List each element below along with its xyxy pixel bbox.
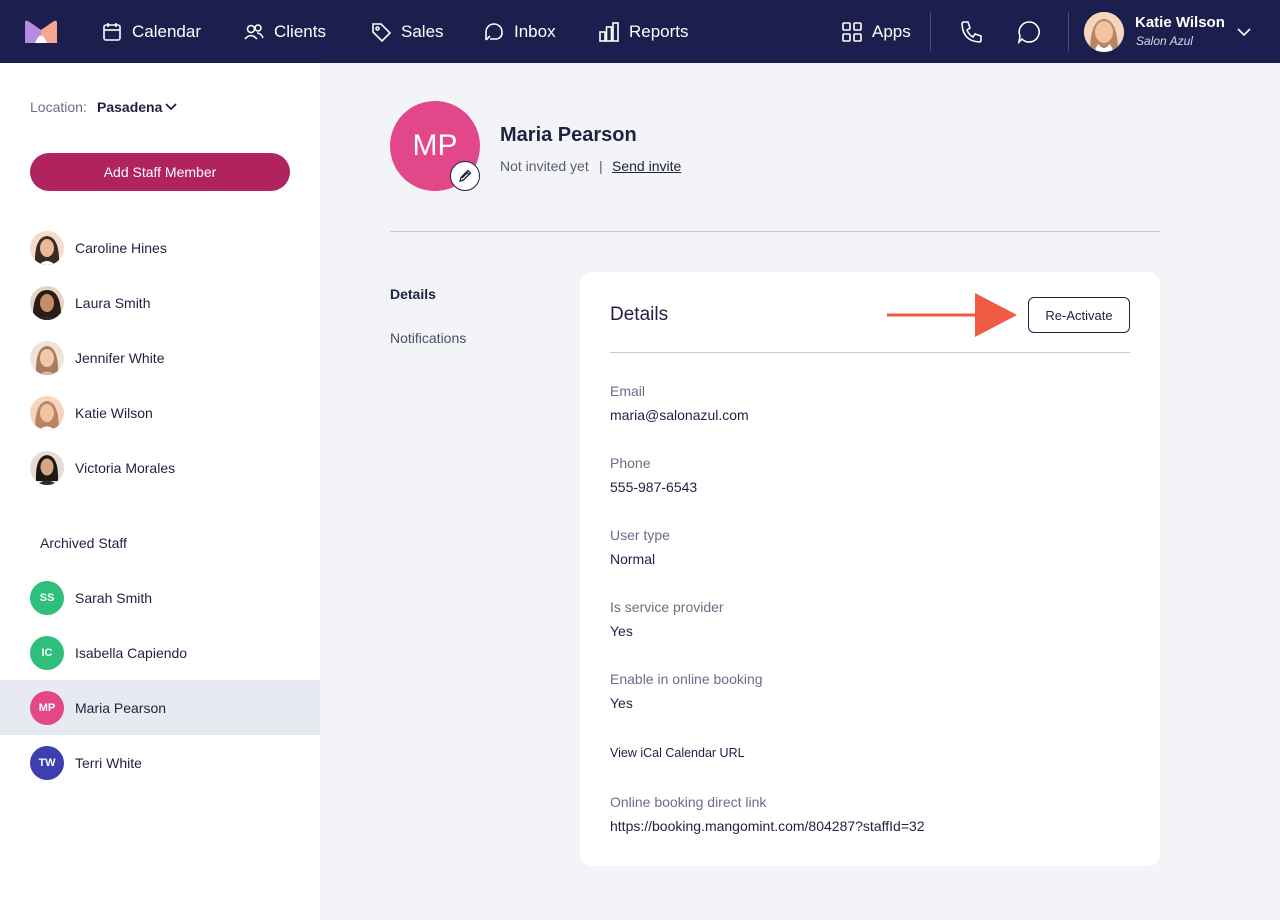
nav-sales-label: Sales <box>401 21 444 41</box>
arrow-annotation-icon <box>887 293 1017 337</box>
archived-staff-item[interactable]: TW Terri White <box>0 735 320 790</box>
phone-value: 555-987-6543 <box>610 479 698 495</box>
status-separator: | <box>599 158 603 174</box>
nav-divider <box>930 12 931 51</box>
nav-clients[interactable]: Clients <box>243 0 326 63</box>
location-label: Location: <box>30 99 87 115</box>
details-card-title: Details <box>610 304 669 325</box>
nav-reports-label: Reports <box>629 21 689 41</box>
phone-icon[interactable] <box>958 19 984 45</box>
user-type-value: Normal <box>610 551 656 567</box>
user-business: Salon Azul <box>1136 34 1193 48</box>
inbox-icon <box>485 22 503 41</box>
phone-label: Phone <box>610 455 651 471</box>
archived-staff-item[interactable]: IC Isabella Capiendo <box>0 625 320 680</box>
nav-apps[interactable]: Apps <box>841 0 911 63</box>
tag-icon <box>372 22 392 42</box>
chat-icon[interactable] <box>1016 19 1042 45</box>
calendar-icon <box>103 22 121 41</box>
staff-list-item[interactable]: Jennifer White <box>0 330 320 385</box>
booking-link-value[interactable]: https://booking.mangomint.com/804287?sta… <box>610 818 925 834</box>
email-label: Email <box>610 383 646 399</box>
avatar: TW <box>30 745 64 780</box>
online-booking-label: Enable in online booking <box>610 671 763 687</box>
avatar <box>30 285 64 320</box>
add-staff-button[interactable]: Add Staff Member <box>30 153 290 191</box>
staff-name: Caroline Hines <box>75 239 167 256</box>
service-provider-value: Yes <box>610 623 633 639</box>
staff-name: Victoria Morales <box>75 459 176 476</box>
staff-list-item[interactable]: Laura Smith <box>0 275 320 330</box>
invite-status: Not invited yet <box>500 158 589 174</box>
nav-sales[interactable]: Sales <box>370 0 444 63</box>
card-divider <box>610 352 1130 353</box>
online-booking-value: Yes <box>610 695 633 711</box>
apps-grid-icon <box>842 21 862 42</box>
nav-apps-label: Apps <box>872 21 911 41</box>
reactivate-button[interactable]: Re-Activate <box>1028 297 1130 333</box>
archived-staff-heading: Archived Staff <box>40 535 127 551</box>
top-nav-bar: Calendar Clients Sales Inbox Reports App… <box>0 0 1280 63</box>
archived-staff-item-selected[interactable]: MP Maria Pearson <box>0 680 320 735</box>
nav-divider <box>1068 12 1069 51</box>
nav-reports[interactable]: Reports <box>598 0 689 63</box>
avatar <box>30 450 64 485</box>
avatar: MP <box>30 690 64 725</box>
staff-name: Sarah Smith <box>75 589 153 606</box>
staff-list-item[interactable]: Caroline Hines <box>0 220 320 275</box>
clients-icon <box>244 23 264 40</box>
nav-clients-label: Clients <box>274 21 326 41</box>
location-selector[interactable]: Pasadena <box>97 99 162 115</box>
header-divider <box>390 231 1160 232</box>
email-value: maria@salonazul.com <box>610 407 749 423</box>
reports-icon <box>599 21 619 42</box>
pencil-icon <box>459 169 472 182</box>
staff-name: Laura Smith <box>75 294 151 311</box>
chevron-down-icon[interactable] <box>164 100 178 114</box>
nav-inbox-label: Inbox <box>514 21 556 41</box>
service-provider-label: Is service provider <box>610 599 724 615</box>
booking-link-label: Online booking direct link <box>610 794 767 810</box>
ical-calendar-link[interactable]: View iCal Calendar URL <box>610 746 745 760</box>
staff-list-item[interactable]: Victoria Morales <box>0 440 320 495</box>
avatar <box>30 340 64 375</box>
avatar: IC <box>30 635 64 670</box>
mangomint-logo[interactable] <box>25 20 57 43</box>
avatar <box>30 230 64 265</box>
edit-avatar-button[interactable] <box>450 161 480 191</box>
staff-sidebar: Location: Pasadena Add Staff Member Caro… <box>0 63 320 920</box>
nav-calendar[interactable]: Calendar <box>101 0 201 63</box>
profile-name: Maria Pearson <box>500 124 637 146</box>
user-type-label: User type <box>610 527 670 543</box>
chevron-down-icon[interactable] <box>1236 24 1252 40</box>
staff-name: Jennifer White <box>75 349 165 366</box>
user-avatar[interactable] <box>1084 12 1124 52</box>
staff-name: Katie Wilson <box>75 404 153 421</box>
avatar <box>30 395 64 430</box>
staff-name: Isabella Capiendo <box>75 644 188 661</box>
user-name[interactable]: Katie Wilson <box>1135 14 1225 31</box>
nav-inbox[interactable]: Inbox <box>483 0 556 63</box>
send-invite-link[interactable]: Send invite <box>612 158 681 174</box>
nav-calendar-label: Calendar <box>132 21 201 41</box>
avatar: SS <box>30 580 64 615</box>
staff-name: Maria Pearson <box>75 699 167 716</box>
tab-notifications[interactable]: Notifications <box>390 330 466 346</box>
user-photo <box>1084 12 1124 52</box>
staff-list-item[interactable]: Katie Wilson <box>0 385 320 440</box>
archived-staff-item[interactable]: SS Sarah Smith <box>0 570 320 625</box>
details-card: Details Re-Activate Email maria@salonazu… <box>580 272 1160 866</box>
staff-name: Terri White <box>75 754 142 771</box>
tab-details[interactable]: Details <box>390 286 436 302</box>
